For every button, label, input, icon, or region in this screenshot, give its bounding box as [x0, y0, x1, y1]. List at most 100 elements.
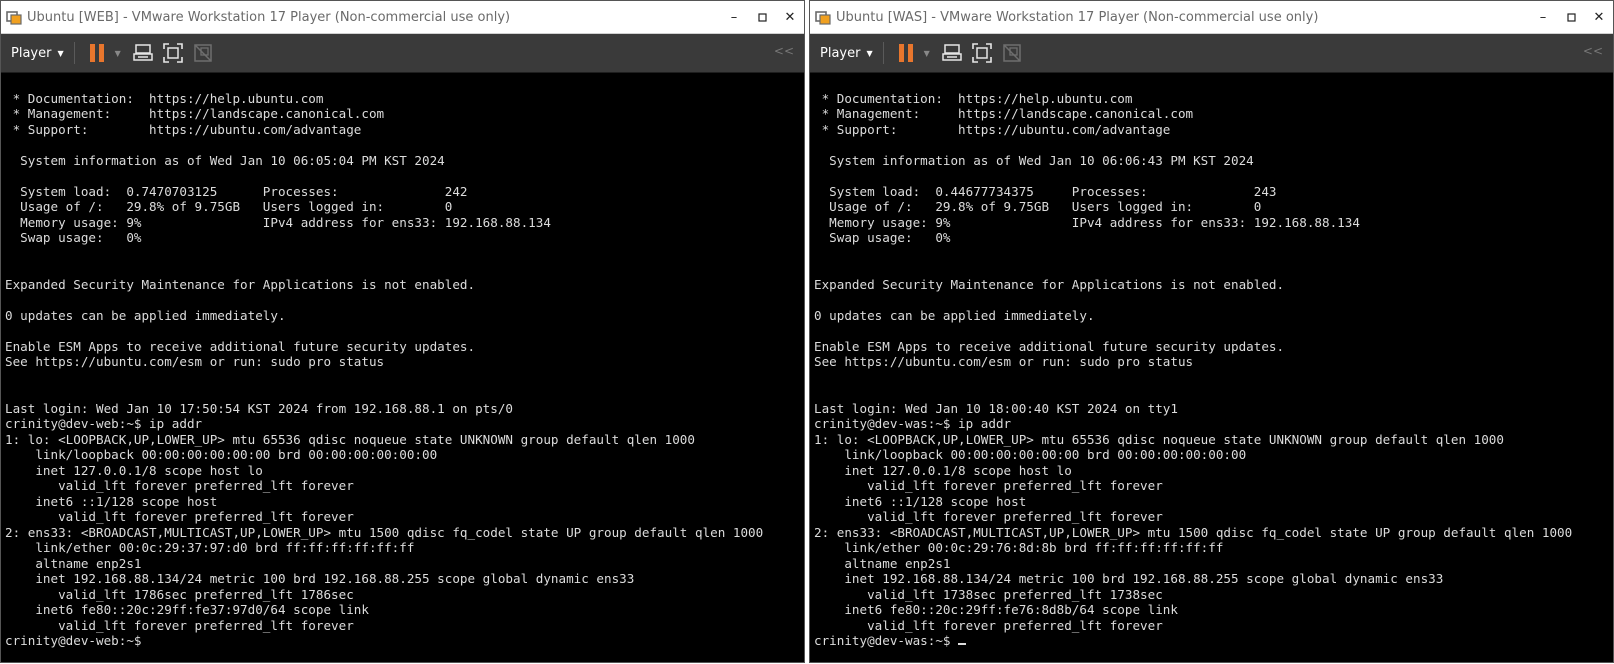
- terminal-line: inet 127.0.0.1/8 scope host lo: [5, 462, 263, 478]
- terminal-line: inet6 fe80::20c:29ff:fe76:8d8b/64 scope …: [814, 602, 1178, 617]
- terminal-line: valid_lft forever preferred_lft forever: [814, 509, 1163, 524]
- terminal-line: Swap usage: 0%: [5, 230, 142, 245]
- toolbar-divider: [882, 42, 884, 64]
- terminal-line: altname enp2s1: [5, 555, 142, 571]
- terminal-line: 2: ens33: <BROADCAST,MULTICAST,UP,LOWER_…: [814, 524, 1573, 540]
- terminal-line: link/loopback 00:00:00:00:00:00 brd 00:0…: [814, 447, 1247, 462]
- terminal-line: inet 127.0.0.1/8 scope host lo: [814, 462, 1072, 478]
- terminal-line: 0 updates can be applied immediately.: [814, 307, 1095, 323]
- terminal-line: altname enp2s1: [814, 555, 951, 571]
- terminal-line: link/ether 00:0c:29:37:97:d0 brd ff:ff:f…: [5, 540, 415, 555]
- terminal-line: Usage of /: 29.8% of 9.75GB Users logged…: [814, 199, 1262, 214]
- terminal-line: crinity@dev-web:~$ ip addr: [5, 416, 203, 431]
- terminal-line: 1: lo: <LOOPBACK,UP,LOWER_UP> mtu 65536 …: [5, 431, 695, 447]
- unity-mode-icon[interactable]: [191, 41, 215, 65]
- terminal-line: System load: 0.7470703125 Processes: 242: [5, 183, 468, 199]
- minimize-button[interactable]: –: [720, 1, 748, 33]
- terminal-cursor: [958, 643, 967, 645]
- terminal-line: * Documentation: https://help.ubuntu.com: [814, 90, 1133, 106]
- window-title: Ubuntu [WEB] - VMware Workstation 17 Pla…: [27, 9, 511, 25]
- window-titlebar[interactable]: Ubuntu [WEB] - VMware Workstation 17 Pla…: [1, 1, 804, 34]
- terminal-line: * Support: https://ubuntu.com/advantage: [814, 121, 1171, 137]
- terminal-line: crinity@dev-was:~$ ip addr: [814, 416, 1012, 431]
- terminal-line: 2: ens33: <BROADCAST,MULTICAST,UP,LOWER_…: [5, 524, 764, 540]
- send-ctrl-alt-del-icon[interactable]: [940, 41, 964, 65]
- player-menu-label: Player: [820, 45, 861, 61]
- send-ctrl-alt-del-icon[interactable]: [131, 41, 155, 65]
- pause-icon[interactable]: [894, 41, 918, 65]
- vmware-toolbar: Player ▼ ▼ <<: [1, 34, 804, 73]
- terminal-line: System information as of Wed Jan 10 06:0…: [814, 152, 1254, 168]
- unity-mode-icon[interactable]: [1000, 41, 1024, 65]
- terminal-line: Memory usage: 9% IPv4 address for ens33:…: [5, 214, 551, 230]
- collapse-toolbar-icon[interactable]: <<: [1583, 44, 1603, 58]
- chevron-down-icon[interactable]: ▼: [924, 49, 930, 58]
- terminal-line: * Management: https://landscape.canonica…: [814, 106, 1194, 121]
- terminal-line: System information as of Wed Jan 10 06:0…: [5, 152, 445, 168]
- maximize-button[interactable]: [748, 1, 776, 33]
- window-titlebar[interactable]: Ubuntu [WAS] - VMware Workstation 17 Pla…: [810, 1, 1613, 34]
- vmware-player-icon: [814, 8, 832, 26]
- player-menu-button[interactable]: Player ▼: [820, 40, 873, 66]
- terminal-line: valid_lft 1786sec preferred_lft 1786sec: [5, 586, 354, 602]
- terminal-line: link/ether 00:0c:29:76:8d:8b brd ff:ff:f…: [814, 540, 1224, 555]
- collapse-toolbar-icon[interactable]: <<: [774, 44, 794, 58]
- fullscreen-icon[interactable]: [161, 41, 185, 65]
- toolbar-divider: [73, 42, 75, 64]
- terminal-line: valid_lft forever preferred_lft forever: [814, 617, 1163, 633]
- terminal-line: inet 192.168.88.134/24 metric 100 brd 19…: [5, 571, 635, 586]
- terminal-line: * Documentation: https://help.ubuntu.com: [5, 90, 324, 106]
- minimize-button[interactable]: –: [1529, 1, 1557, 33]
- terminal-line: Last login: Wed Jan 10 17:50:54 KST 2024…: [5, 400, 513, 416]
- terminal-line: * Support: https://ubuntu.com/advantage: [5, 121, 362, 137]
- vm-window-web: Ubuntu [WEB] - VMware Workstation 17 Pla…: [0, 0, 805, 663]
- close-button[interactable]: ✕: [1585, 1, 1613, 33]
- terminal-line: valid_lft 1738sec preferred_lft 1738sec: [814, 586, 1163, 602]
- chevron-down-icon[interactable]: ▼: [115, 49, 121, 58]
- chevron-down-icon: ▼: [866, 48, 873, 58]
- terminal-line: 1: lo: <LOOPBACK,UP,LOWER_UP> mtu 65536 …: [814, 431, 1504, 447]
- vm-console-screen[interactable]: * Documentation: https://help.ubuntu.com…: [810, 73, 1613, 662]
- terminal-output: * Documentation: https://help.ubuntu.com…: [5, 75, 763, 649]
- terminal-line: Swap usage: 0%: [814, 230, 951, 245]
- terminal-line: inet6 fe80::20c:29ff:fe37:97d0/64 scope …: [5, 602, 369, 617]
- terminal-line: See https://ubuntu.com/esm or run: sudo …: [814, 354, 1194, 369]
- vm-window-was: Ubuntu [WAS] - VMware Workstation 17 Pla…: [809, 0, 1614, 663]
- terminal-line: link/loopback 00:00:00:00:00:00 brd 00:0…: [5, 447, 438, 462]
- chevron-down-icon: ▼: [57, 48, 64, 58]
- terminal-output: * Documentation: https://help.ubuntu.com…: [814, 75, 1572, 649]
- terminal-line: Memory usage: 9% IPv4 address for ens33:…: [814, 214, 1360, 230]
- terminal-line: valid_lft forever preferred_lft forever: [5, 617, 354, 633]
- terminal-line: See https://ubuntu.com/esm or run: sudo …: [5, 354, 385, 369]
- vm-console-screen[interactable]: * Documentation: https://help.ubuntu.com…: [1, 73, 804, 662]
- close-button[interactable]: ✕: [776, 1, 804, 33]
- terminal-line: Expanded Security Maintenance for Applic…: [814, 276, 1285, 292]
- terminal-line: 0 updates can be applied immediately.: [5, 307, 286, 323]
- maximize-button[interactable]: [1557, 1, 1585, 33]
- player-menu-button[interactable]: Player ▼: [11, 40, 64, 66]
- terminal-line: inet6 ::1/128 scope host: [5, 493, 218, 509]
- terminal-line: valid_lft forever preferred_lft forever: [5, 509, 354, 524]
- terminal-line: * Management: https://landscape.canonica…: [5, 106, 385, 121]
- terminal-line: System load: 0.44677734375 Processes: 24…: [814, 183, 1277, 199]
- pause-icon[interactable]: [85, 41, 109, 65]
- terminal-line: inet6 ::1/128 scope host: [814, 493, 1027, 509]
- fullscreen-icon[interactable]: [970, 41, 994, 65]
- terminal-line: crinity@dev-was:~$: [814, 633, 1572, 649]
- vmware-player-icon: [5, 8, 23, 26]
